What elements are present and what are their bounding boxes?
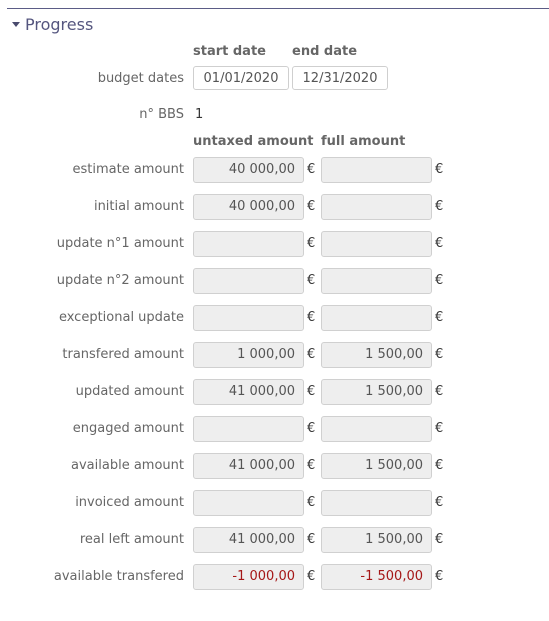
untaxed-amount-field[interactable]: 1 000,00 [193, 342, 304, 368]
untaxed-amount-field[interactable] [193, 268, 304, 294]
section-title: Progress [25, 14, 94, 34]
euro-symbol: € [435, 421, 444, 436]
section-divider [7, 8, 549, 9]
euro-symbol: € [435, 199, 444, 214]
caret-down-icon [12, 21, 20, 27]
untaxed-amount-header: untaxed amount [193, 134, 314, 149]
budget-start-date-input[interactable] [193, 66, 289, 90]
full-amount-field[interactable] [321, 231, 432, 257]
euro-symbol: € [307, 273, 316, 288]
euro-symbol: € [307, 458, 316, 473]
untaxed-amount-field[interactable]: 41 000,00 [193, 527, 304, 553]
full-amount-field[interactable] [321, 416, 432, 442]
full-amount-field[interactable] [321, 268, 432, 294]
row-label: update n°1 amount [56, 236, 184, 251]
untaxed-amount-field[interactable]: 40 000,00 [193, 194, 304, 220]
row-label: engaged amount [72, 421, 184, 436]
untaxed-amount-field[interactable] [193, 231, 304, 257]
untaxed-amount-field[interactable]: 41 000,00 [193, 453, 304, 479]
full-amount-field[interactable]: 1 500,00 [321, 527, 432, 553]
full-amount-field[interactable]: -1 500,00 [321, 564, 432, 590]
euro-symbol: € [435, 495, 444, 510]
euro-symbol: € [307, 236, 316, 251]
euro-symbol: € [435, 236, 444, 251]
progress-section-toggle[interactable]: Progress [12, 13, 93, 35]
untaxed-amount-field[interactable] [193, 416, 304, 442]
start-date-header: start date [193, 44, 266, 59]
full-amount-header: full amount [321, 134, 406, 149]
row-label: available transfered [53, 569, 184, 584]
untaxed-amount-field[interactable] [193, 305, 304, 331]
full-amount-field[interactable] [321, 157, 432, 183]
euro-symbol: € [307, 384, 316, 399]
untaxed-amount-field[interactable] [193, 490, 304, 516]
full-amount-field[interactable]: 1 500,00 [321, 342, 432, 368]
euro-symbol: € [435, 273, 444, 288]
euro-symbol: € [307, 199, 316, 214]
budget-dates-label: budget dates [97, 71, 184, 86]
euro-symbol: € [435, 162, 444, 177]
row-label: initial amount [93, 199, 184, 214]
euro-symbol: € [435, 347, 444, 362]
euro-symbol: € [435, 569, 444, 584]
euro-symbol: € [307, 421, 316, 436]
euro-symbol: € [307, 495, 316, 510]
budget-end-date-input[interactable] [292, 66, 388, 90]
row-label: transfered amount [62, 347, 184, 362]
euro-symbol: € [435, 384, 444, 399]
euro-symbol: € [435, 310, 444, 325]
euro-symbol: € [307, 532, 316, 547]
untaxed-amount-field[interactable]: -1 000,00 [193, 564, 304, 590]
row-label: update n°2 amount [56, 273, 184, 288]
bbs-value: 1 [195, 107, 204, 122]
end-date-header: end date [292, 44, 358, 59]
euro-symbol: € [435, 532, 444, 547]
row-label: estimate amount [72, 162, 185, 177]
untaxed-amount-field[interactable]: 41 000,00 [193, 379, 304, 405]
row-label: exceptional update [58, 310, 184, 325]
full-amount-field[interactable]: 1 500,00 [321, 379, 432, 405]
euro-symbol: € [435, 458, 444, 473]
row-label: updated amount [75, 384, 184, 399]
untaxed-amount-field[interactable]: 40 000,00 [193, 157, 304, 183]
row-label: invoiced amount [75, 495, 184, 510]
euro-symbol: € [307, 310, 316, 325]
full-amount-field[interactable] [321, 194, 432, 220]
full-amount-field[interactable] [321, 305, 432, 331]
euro-symbol: € [307, 347, 316, 362]
bbs-label: n° BBS [139, 107, 184, 122]
euro-symbol: € [307, 569, 316, 584]
full-amount-field[interactable] [321, 490, 432, 516]
row-label: available amount [71, 458, 184, 473]
full-amount-field[interactable]: 1 500,00 [321, 453, 432, 479]
euro-symbol: € [307, 162, 316, 177]
row-label: real left amount [79, 532, 184, 547]
